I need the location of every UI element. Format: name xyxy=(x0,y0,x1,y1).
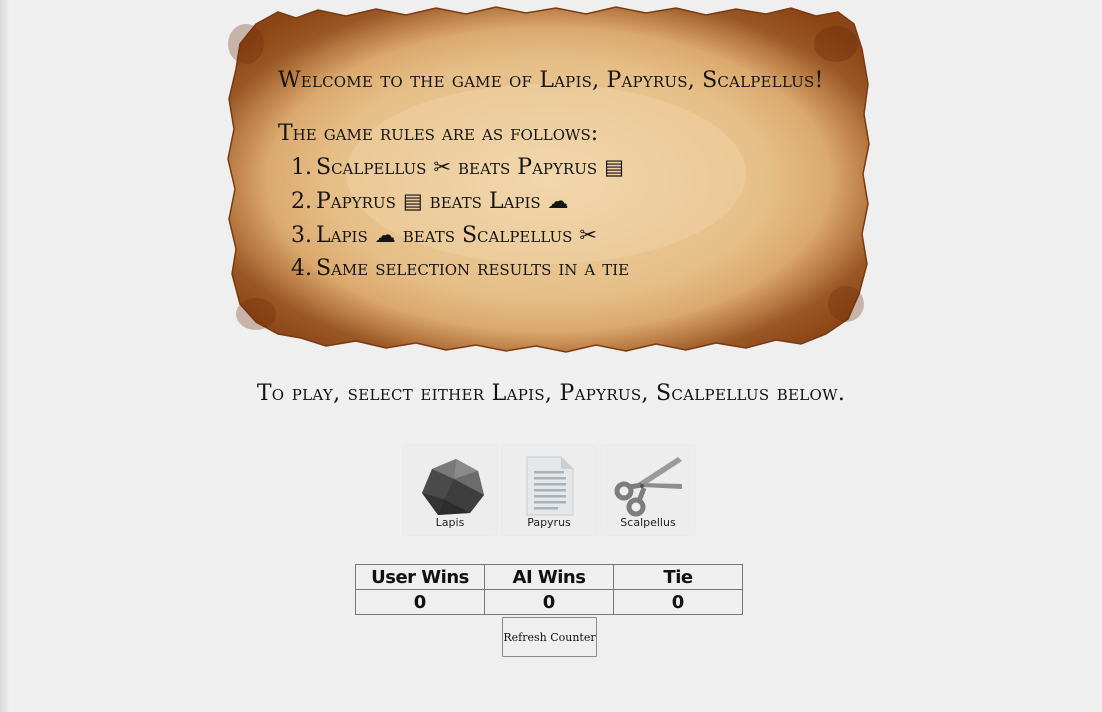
cloud-icon: ☁ xyxy=(547,189,569,213)
paper-icon: ▤ xyxy=(604,155,624,179)
score-value-row: 0 0 0 xyxy=(355,589,743,615)
paper-document-icon xyxy=(526,456,574,516)
rules-heading: The game rules are as follows: xyxy=(278,121,599,146)
cloud-icon: ☁ xyxy=(374,223,396,247)
tie-count: 0 xyxy=(613,589,743,615)
ai-wins-header: AI Wins xyxy=(484,564,614,590)
score-table: User Wins AI Wins Tie 0 0 0 xyxy=(355,564,743,615)
papyrus-label: Papyrus xyxy=(527,516,571,529)
scalpellus-label: Scalpellus xyxy=(620,516,676,529)
rules-list: 1. Scalpellus ✂ beats Papyrus ▤ 2. Papyrus… xyxy=(278,150,858,286)
scissors-icon xyxy=(614,457,682,517)
scissors-icon: ✂ xyxy=(579,223,597,247)
rule-item: 4. Same selection results in a tie xyxy=(291,256,630,281)
rule-item: 1. Scalpellus ✂ beats Papyrus ▤ xyxy=(291,155,624,180)
rule-item: 2. Papyrus ▤ beats Lapis ☁ xyxy=(291,189,569,214)
tie-header: Tie xyxy=(613,564,743,590)
parchment-scroll: Welcome to the game of Lapis, Papyrus, S… xyxy=(226,4,870,354)
welcome-heading: Welcome to the game of Lapis, Papyrus, S… xyxy=(278,68,824,93)
play-instruction: To play, select either Lapis, Papyrus, S… xyxy=(256,381,846,406)
scroll-text: Welcome to the game of Lapis, Papyrus, S… xyxy=(278,68,858,286)
scalpellus-button[interactable]: Scalpellus xyxy=(601,445,695,535)
score-header-row: User Wins AI Wins Tie xyxy=(355,564,743,590)
scissors-icon: ✂ xyxy=(433,155,452,179)
user-wins-count: 0 xyxy=(355,589,485,615)
lapis-label: Lapis xyxy=(435,516,465,529)
lapis-button[interactable]: Lapis xyxy=(403,445,497,535)
user-wins-header: User Wins xyxy=(355,564,485,590)
rock-icon xyxy=(422,459,484,515)
paper-icon: ▤ xyxy=(402,189,423,213)
rule-item: 3. Lapis ☁ beats Scalpellus ✂ xyxy=(291,223,597,248)
papyrus-button[interactable]: Papyrus xyxy=(502,445,596,535)
refresh-counter-button[interactable]: Refresh Counter xyxy=(502,617,597,657)
ai-wins-count: 0 xyxy=(484,589,614,615)
page-edge-shadow xyxy=(0,0,10,712)
